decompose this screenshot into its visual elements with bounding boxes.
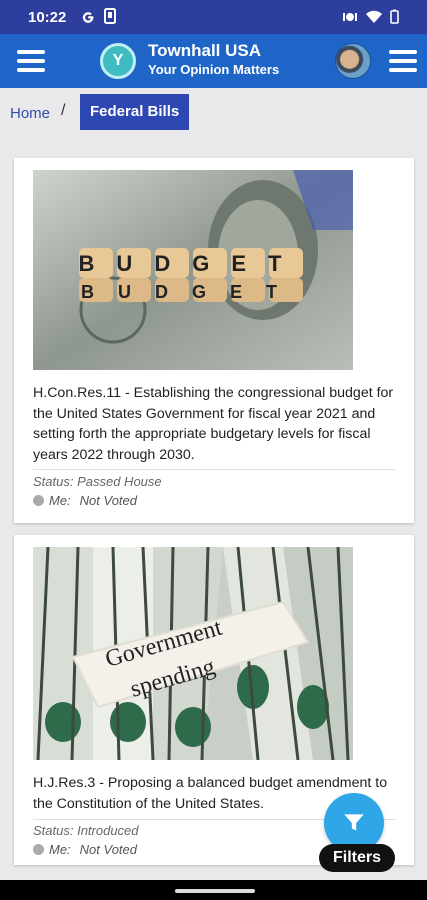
vibrate-icon [343,12,357,21]
app-bar: Y Townhall USA Your Opinion Matters [0,34,427,88]
government-spending-image: Government spending [33,547,353,760]
svg-text:BUDGET: BUDGET [79,251,304,276]
bill-title[interactable]: H.Con.Res.11 - Establishing the congress… [33,383,398,465]
breadcrumb: Home / Federal Bills [0,88,427,138]
bill-status: Status: Introduced [33,823,139,838]
avatar[interactable] [335,43,371,79]
app-logo: Y [100,43,136,79]
bill-card[interactable]: BUDGET BUDGET H.Con.Res.11 - Establishin… [14,158,414,523]
menu-icon[interactable] [17,50,45,72]
battery-icon [390,9,399,24]
bill-image: Government spending [33,547,353,760]
budget-dollar-image: BUDGET BUDGET [33,170,353,370]
svg-text:BUDGET: BUDGET [81,282,301,302]
filter-icon [344,814,364,831]
breadcrumb-current[interactable]: Federal Bills [80,94,190,130]
app-title: Townhall USA [148,41,262,60]
breadcrumb-home-link[interactable]: Home [10,105,50,122]
vote-status-dot [33,844,44,855]
app-subtitle: Your Opinion Matters [148,62,280,77]
bill-image: BUDGET BUDGET [33,170,353,370]
my-vote: Me: Not Voted [33,842,137,857]
breadcrumb-separator: / [61,102,66,119]
divider [33,469,395,470]
sim-icon [104,8,116,24]
status-time: 10:22 [28,9,67,26]
status-bar: 10:22 [0,0,427,34]
options-menu-icon[interactable] [389,50,417,72]
home-gesture-handle[interactable] [175,889,255,893]
filters-button[interactable]: Filters [319,844,395,872]
google-icon [82,12,94,23]
my-vote: Me: Not Voted [33,493,137,508]
wifi-icon [366,10,382,23]
vote-status-dot [33,495,44,506]
system-nav-bar [0,880,427,900]
bill-status: Status: Passed House [33,474,162,489]
